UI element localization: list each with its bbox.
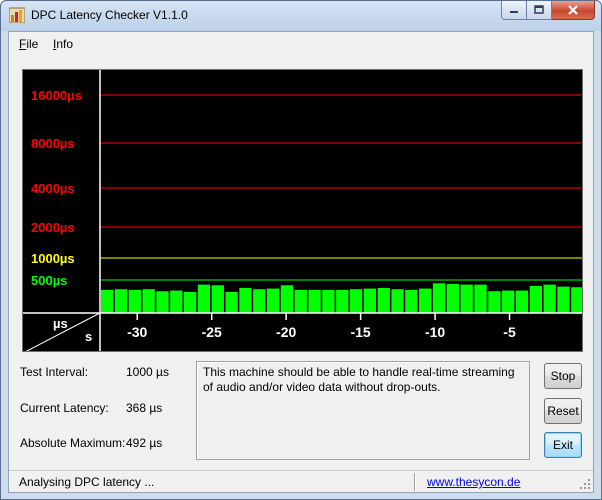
current-latency-value: 368 µs [126, 401, 163, 415]
absolute-maximum-value: 492 µs [126, 436, 163, 450]
latency-bar [488, 291, 501, 313]
latency-bar [308, 289, 321, 313]
y-tick-label-500: 500µs [31, 273, 67, 288]
y-tick-label-4000: 4000µs [31, 181, 75, 196]
menu-info-rest: nfo [56, 37, 74, 51]
latency-bar [280, 285, 294, 313]
latency-bar [156, 291, 169, 313]
latency-bar [349, 289, 363, 313]
x-tick-label: -30 [127, 324, 147, 340]
latency-bar [128, 289, 141, 313]
latency-bar [405, 289, 418, 313]
latency-bar [419, 288, 432, 313]
client-area: File Info 16000µs 8000µs 4000µs 2000µs 1000µ… [8, 31, 594, 493]
status-separator [414, 473, 416, 491]
latency-bar [183, 291, 197, 313]
result-message: This machine should be able to handle re… [196, 361, 530, 460]
menu-bar: File Info [9, 32, 593, 57]
latency-bar [460, 284, 473, 313]
stop-button[interactable]: Stop [544, 363, 582, 389]
maximize-button[interactable] [527, 1, 552, 20]
x-tick-label: -20 [276, 324, 296, 340]
test-interval-label: Test Interval: [20, 365, 89, 379]
x-tick-label: -5 [503, 324, 516, 340]
latency-bar [515, 290, 529, 313]
latency-bar [432, 283, 446, 313]
y-unit-label: µs [53, 316, 68, 331]
close-button[interactable] [552, 1, 595, 20]
latency-bar [446, 283, 460, 313]
latency-bar [142, 289, 155, 313]
latency-bar [253, 289, 266, 313]
latency-bar [391, 289, 404, 313]
menu-file[interactable]: File [19, 37, 38, 51]
resize-grip-icon[interactable] [580, 479, 591, 490]
status-text: Analysing DPC latency ... [19, 475, 155, 489]
app-bars-icon [9, 7, 25, 23]
latency-bar [322, 289, 335, 313]
x-tick-label: -10 [425, 324, 445, 340]
latency-bar [571, 287, 582, 313]
x-tick-label: -25 [202, 324, 222, 340]
reset-button[interactable]: Reset [544, 398, 582, 424]
current-latency-label: Current Latency: [20, 401, 109, 415]
y-tick-label-2000: 2000µs [31, 220, 75, 235]
latency-bar [557, 286, 570, 313]
latency-bar [239, 287, 252, 313]
latency-bar [529, 285, 543, 313]
absolute-maximum-label: Absolute Maximum: [20, 436, 126, 450]
maximize-icon [534, 5, 544, 14]
title-bar[interactable]: DPC Latency Checker V1.1.0 [1, 1, 601, 31]
close-icon [568, 5, 578, 15]
minimize-icon [510, 11, 518, 13]
status-bar: Analysing DPC latency ... www.thesycon.d… [9, 470, 593, 492]
minimize-button[interactable] [501, 1, 527, 20]
y-tick-label-16000: 16000µs [31, 88, 82, 103]
latency-bar [170, 290, 183, 313]
latency-chart: 16000µs 8000µs 4000µs 2000µs 1000µs 500µs µs s -… [23, 70, 582, 351]
latency-bar [197, 284, 211, 313]
latency-bar [336, 289, 349, 313]
exit-button[interactable]: Exit [544, 432, 582, 458]
latency-bar [377, 287, 390, 313]
app-window: DPC Latency Checker V1.1.0 File Info 160… [0, 0, 602, 500]
latency-bar [114, 289, 128, 313]
caption-buttons [501, 1, 595, 21]
website-link[interactable]: www.thesycon.de [427, 475, 520, 489]
latency-bar [101, 289, 114, 313]
window-title: DPC Latency Checker V1.1.0 [31, 8, 188, 22]
y-tick-label-1000: 1000µs [31, 251, 75, 266]
menu-file-rest: ile [26, 37, 39, 51]
latency-bar [502, 290, 515, 313]
latency-bar [543, 284, 556, 313]
latency-graph: 16000µs 8000µs 4000µs 2000µs 1000µs 500µs µs s -… [22, 69, 583, 352]
y-tick-label-8000: 8000µs [31, 136, 75, 151]
latency-bar [211, 285, 224, 313]
latency-bar [474, 284, 487, 313]
latency-bar [266, 288, 280, 313]
menu-info[interactable]: Info [53, 37, 73, 51]
latency-bar [225, 291, 238, 313]
test-interval-value: 1000 µs [126, 365, 169, 379]
latency-bar [363, 288, 377, 313]
x-tick-label: -15 [350, 324, 370, 340]
latency-bar [294, 289, 307, 313]
x-unit-label: s [85, 329, 92, 344]
